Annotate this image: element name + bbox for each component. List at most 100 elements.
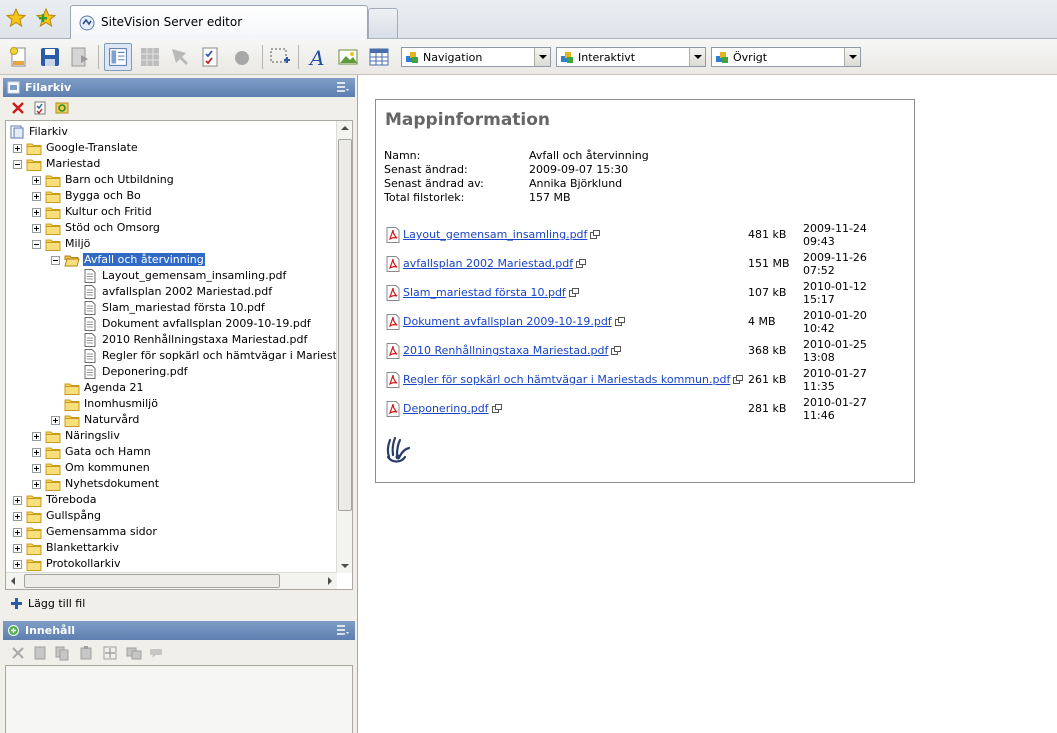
tree-folder-item[interactable]: Kultur och Fritid	[6, 204, 337, 220]
file-link[interactable]: avfallsplan 2002 Mariestad.pdf	[403, 257, 587, 270]
tree-file-item[interactable]: avfallsplan 2002 Mariestad.pdf	[6, 284, 337, 300]
scroll-down-icon[interactable]	[341, 564, 349, 568]
tree-vertical-scrollbar[interactable]	[336, 121, 352, 573]
tree-file-item[interactable]: Dokument avfallsplan 2009-10-19.pdf	[6, 316, 337, 332]
file-link[interactable]: Regler för sopkärl och hämtvägar i Marie…	[403, 373, 744, 386]
scroll-right-icon[interactable]	[328, 577, 332, 585]
tree-folder-item[interactable]: Protokollarkiv	[6, 556, 337, 572]
tree-folder-item[interactable]: Nyhetsdokument	[6, 476, 337, 492]
tree-horizontal-scrollbar[interactable]	[6, 572, 337, 589]
expand-icon[interactable]	[13, 144, 22, 153]
publish-icon[interactable]	[68, 45, 92, 69]
expand-icon[interactable]	[13, 560, 22, 569]
expand-icon[interactable]	[32, 192, 41, 201]
file-link[interactable]: Layout_gemensam_insamling.pdf	[403, 228, 601, 241]
expand-icon[interactable]	[32, 448, 41, 457]
delete-icon[interactable]	[10, 100, 26, 116]
tree-folder-item[interactable]: Gemensamma sidor	[6, 524, 337, 540]
copy-icon[interactable]	[54, 645, 70, 661]
external-link-icon[interactable]	[733, 374, 744, 384]
file-link[interactable]: 2010 Renhållningstaxa Mariestad.pdf	[403, 344, 622, 357]
tree-file-item[interactable]: Regler för sopkärl och hämtvägar i Marie…	[6, 348, 337, 364]
chevron-down-icon[interactable]	[689, 48, 705, 66]
favorites-star-icon[interactable]	[6, 8, 26, 28]
navigation-select[interactable]: Navigation	[401, 47, 551, 67]
tree-folder-item[interactable]: Filarkiv	[6, 124, 337, 140]
tree-folder-item[interactable]: Gullspång	[6, 508, 337, 524]
external-link-icon[interactable]	[614, 316, 625, 326]
checklist-icon[interactable]	[198, 45, 222, 69]
tree-folder-item[interactable]: Mariestad	[6, 156, 337, 172]
delete-icon[interactable]	[10, 645, 26, 661]
tree-file-item[interactable]: Layout_gemensam_insamling.pdf	[6, 268, 337, 284]
scroll-thumb[interactable]	[24, 574, 280, 588]
file-link[interactable]: Deponering.pdf	[403, 402, 502, 415]
paste-icon[interactable]	[78, 645, 94, 661]
properties-icon[interactable]	[32, 100, 48, 116]
tree-file-item[interactable]: Slam_mariestad första 10.pdf	[6, 300, 337, 316]
grid-icon[interactable]	[138, 45, 162, 69]
expand-icon[interactable]	[32, 432, 41, 441]
tree-folder-item[interactable]: Töreboda	[6, 492, 337, 508]
file-link[interactable]: Dokument avfallsplan 2009-10-19.pdf	[403, 315, 625, 328]
tree-folder-item[interactable]: Agenda 21	[6, 380, 337, 396]
expand-icon[interactable]	[13, 528, 22, 537]
record-icon[interactable]	[230, 45, 254, 69]
scroll-left-icon[interactable]	[11, 577, 15, 585]
external-link-icon[interactable]	[568, 287, 579, 297]
file-link[interactable]: Slam_mariestad första 10.pdf	[403, 286, 579, 299]
save-icon[interactable]	[38, 45, 62, 69]
zoom-icon[interactable]	[168, 45, 192, 69]
expand-icon[interactable]	[13, 496, 22, 505]
tree-file-item[interactable]: 2010 Renhållningstaxa Mariestad.pdf	[6, 332, 337, 348]
new-page-icon[interactable]	[7, 45, 31, 69]
tree-folder-item[interactable]: Näringsliv	[6, 428, 337, 444]
tree-folder-item[interactable]: Miljö	[6, 236, 337, 252]
tree-folder-item[interactable]: Blankettarkiv	[6, 540, 337, 556]
tree-file-item[interactable]: Deponering.pdf	[6, 364, 337, 380]
move-icon[interactable]	[102, 645, 118, 661]
layout-view-icon[interactable]	[104, 43, 132, 71]
external-link-icon[interactable]	[491, 403, 502, 413]
panel-menu-icon[interactable]	[337, 625, 349, 636]
properties-icon[interactable]	[32, 645, 48, 661]
external-link-icon[interactable]	[576, 258, 587, 268]
comment-icon[interactable]	[148, 645, 164, 661]
expand-icon[interactable]	[51, 416, 60, 425]
expand-icon[interactable]	[32, 464, 41, 473]
add-area-icon[interactable]	[268, 45, 292, 69]
tree-folder-item[interactable]: Bygga och Bo	[6, 188, 337, 204]
tree-folder-item[interactable]: Naturvård	[6, 412, 337, 428]
new-tab-button[interactable]	[368, 8, 398, 38]
tree-folder-item[interactable]: Stöd och Omsorg	[6, 220, 337, 236]
collapse-icon[interactable]	[51, 256, 60, 265]
tree-folder-item[interactable]: Inomhusmiljö	[6, 396, 337, 412]
expand-icon[interactable]	[32, 176, 41, 185]
interaktivt-select[interactable]: Interaktivt	[556, 47, 706, 67]
expand-icon[interactable]	[13, 512, 22, 521]
chevron-down-icon[interactable]	[844, 48, 860, 66]
table-icon[interactable]	[367, 45, 391, 69]
collapse-icon[interactable]	[13, 160, 22, 169]
expand-icon[interactable]	[32, 224, 41, 233]
tab-sitevision-editor[interactable]: SiteVision Server editor	[70, 5, 368, 40]
expand-icon[interactable]	[13, 544, 22, 553]
image-icon[interactable]	[336, 45, 360, 69]
scroll-up-icon[interactable]	[341, 126, 349, 130]
tree-folder-item[interactable]: Google-Translate	[6, 140, 337, 156]
expand-icon[interactable]	[32, 480, 41, 489]
expand-icon[interactable]	[32, 208, 41, 217]
refresh-icon[interactable]	[54, 100, 70, 116]
panel-menu-icon[interactable]	[337, 82, 349, 93]
ovrigt-select[interactable]: Övrigt	[711, 47, 861, 67]
add-favorite-icon[interactable]	[36, 8, 56, 28]
tree-folder-item[interactable]: Gata och Hamn	[6, 444, 337, 460]
external-link-icon[interactable]	[611, 345, 622, 355]
scroll-thumb[interactable]	[338, 139, 352, 511]
duplicate-icon[interactable]	[126, 645, 142, 661]
text-icon[interactable]: A	[306, 45, 330, 69]
tree-folder-item[interactable]: Barn och Utbildning	[6, 172, 337, 188]
external-link-icon[interactable]	[590, 229, 601, 239]
chevron-down-icon[interactable]	[534, 48, 550, 66]
tree-folder-item[interactable]: Om kommunen	[6, 460, 337, 476]
